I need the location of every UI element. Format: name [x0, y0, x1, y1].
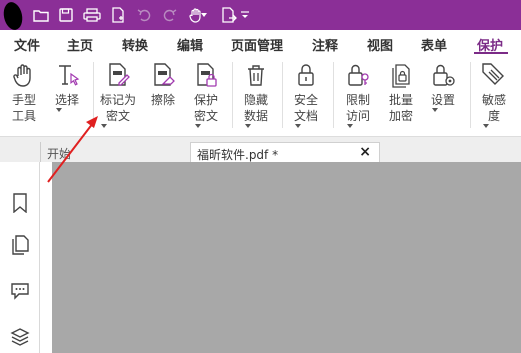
print-icon[interactable] [81, 4, 103, 26]
hide-data-label-1: 隐藏 [243, 93, 268, 107]
menu-edit[interactable]: 编辑 [177, 35, 203, 54]
text-select-icon [59, 65, 80, 86]
app-logo-icon[interactable] [1, 0, 25, 32]
mark-redaction-icon [109, 63, 130, 86]
navigation-sidebar [0, 162, 40, 353]
close-tab-icon[interactable]: × [359, 144, 371, 160]
eraser-icon [154, 63, 175, 86]
ribbon-separator [93, 62, 94, 128]
mark-redaction-label-1: 标记为 [100, 93, 137, 107]
batch-encrypt-label-2: 加密 [388, 109, 413, 123]
ribbon-separator [470, 62, 471, 128]
protect-redaction-icon [197, 63, 217, 87]
protect-redaction-dropdown-icon[interactable] [194, 124, 201, 128]
restrict-access-icon [348, 64, 369, 86]
mark-for-redaction-button[interactable]: 标记为 密文 [100, 62, 136, 128]
secure-document-label-2: 文档 [293, 109, 318, 123]
secure-document-button[interactable]: 安全 文档 [288, 62, 324, 128]
bookmark-icon[interactable] [10, 192, 30, 214]
protect-redaction-label-2: 密文 [193, 109, 218, 123]
restrict-access-label-1: 限制 [345, 93, 370, 107]
tab-start[interactable]: 开始 [40, 142, 190, 163]
open-folder-icon[interactable] [30, 4, 52, 26]
sensitivity-label-2: 度 [487, 109, 500, 123]
pages-icon[interactable] [10, 234, 30, 256]
document-tab-strip: 开始 福昕软件.pdf * × [0, 136, 521, 163]
trash-icon [248, 65, 264, 86]
hand-tool-label-2: 工具 [11, 109, 36, 123]
customize-toolbar-icon[interactable] [238, 4, 252, 26]
secure-document-label-1: 安全 [293, 93, 318, 107]
erase-label: 擦除 [150, 93, 175, 107]
menu-home[interactable]: 主页 [67, 35, 93, 54]
security-settings-dropdown-icon[interactable] [431, 108, 438, 112]
sensitivity-tag-icon [482, 63, 504, 85]
menu-page-management[interactable]: 页面管理 [231, 35, 283, 54]
batch-encrypt-button[interactable]: 批量 加密 [383, 62, 419, 124]
dropdown-caret-icon[interactable] [199, 4, 209, 26]
hide-data-dropdown-icon[interactable] [244, 124, 251, 128]
menu-file[interactable]: 文件 [14, 35, 40, 54]
undo-icon[interactable] [133, 4, 155, 26]
export-icon[interactable] [218, 4, 240, 26]
ribbon-separator [232, 62, 233, 128]
sensitivity-label-1: 敏感 [481, 93, 506, 107]
hide-data-label-2: 数据 [243, 109, 268, 123]
tab-document-label: 福昕软件.pdf * [197, 148, 279, 162]
hide-data-button[interactable]: 隐藏 数据 [238, 62, 274, 128]
menu-view[interactable]: 视图 [367, 35, 393, 54]
save-icon[interactable] [55, 4, 77, 26]
redo-icon[interactable] [159, 4, 181, 26]
new-document-icon[interactable] [107, 4, 129, 26]
lock-settings-icon [433, 64, 455, 86]
batch-encrypt-label-1: 批量 [388, 93, 413, 107]
menu-comment[interactable]: 注释 [312, 35, 338, 54]
mark-redaction-label-2: 密文 [106, 109, 131, 123]
select-tool-button[interactable]: 选择 [49, 62, 85, 112]
ribbon-separator [333, 62, 334, 128]
hand-tool-button[interactable]: 手型 工具 [6, 62, 42, 124]
erase-button[interactable]: 擦除 [145, 62, 181, 108]
hand-tool-label-1: 手型 [11, 93, 36, 107]
canvas-gutter [40, 162, 52, 353]
select-dropdown-icon[interactable] [55, 108, 62, 112]
sensitivity-button[interactable]: 敏感度 [476, 62, 512, 128]
ribbon-toolbar: 手型工具 选择 标记为密文 擦除 保护密文 隐藏数据 安全文档 限制访问 批量加… [0, 56, 521, 136]
protect-redaction-label-1: 保护 [193, 93, 218, 107]
document-canvas[interactable] [52, 162, 521, 353]
menu-bar: 文件 主页 转换 编辑 页面管理 注释 视图 表单 保护 [0, 30, 521, 56]
restrict-access-dropdown-icon[interactable] [346, 124, 353, 128]
secure-document-dropdown-icon[interactable] [294, 124, 301, 128]
batch-encrypt-icon [392, 64, 410, 88]
security-settings-label: 设置 [430, 93, 455, 107]
menu-form[interactable]: 表单 [421, 35, 447, 54]
protect-redaction-button[interactable]: 保护 密文 [188, 62, 224, 128]
menu-convert[interactable]: 转换 [122, 35, 148, 54]
tab-start-label: 开始 [47, 147, 72, 161]
tab-document[interactable]: 福昕软件.pdf * × [190, 142, 380, 163]
select-tool-label: 选择 [54, 93, 79, 107]
sensitivity-dropdown-icon[interactable] [482, 124, 489, 128]
active-menu-indicator [474, 52, 508, 54]
title-bar [0, 0, 521, 32]
ribbon-separator [282, 62, 283, 128]
hand-icon [13, 64, 31, 87]
comments-icon[interactable] [10, 280, 30, 302]
layers-icon[interactable] [10, 326, 30, 348]
security-settings-button[interactable]: 设置 [425, 62, 461, 112]
restrict-access-label-2: 访问 [345, 109, 370, 123]
restrict-access-button[interactable]: 限制 访问 [340, 62, 376, 128]
mark-redaction-dropdown-icon[interactable] [101, 124, 107, 128]
lock-icon [298, 64, 314, 86]
